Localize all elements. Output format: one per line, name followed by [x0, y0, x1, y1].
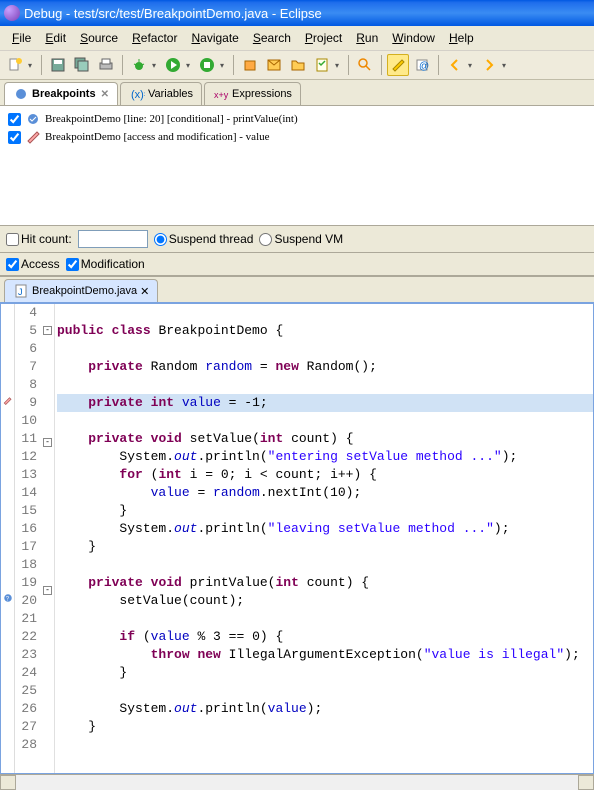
open-type-button[interactable]: [263, 54, 285, 76]
suspend-vm-radio[interactable]: [259, 233, 272, 246]
horizontal-scrollbar[interactable]: [0, 774, 594, 790]
code-line[interactable]: [57, 340, 593, 358]
code-line[interactable]: private void printValue(int count) {: [57, 574, 593, 592]
code-line[interactable]: [57, 610, 593, 628]
code-line[interactable]: if (value % 3 == 0) {: [57, 628, 593, 646]
hit-count-checkbox[interactable]: [6, 233, 19, 246]
svg-text:?: ?: [5, 595, 9, 602]
main-toolbar: ▾ ▾ ▾ ▾ ▾ @ ▾ ▾: [0, 51, 594, 80]
code-line[interactable]: public class BreakpointDemo {: [57, 322, 593, 340]
code-line[interactable]: System.out.println(value);: [57, 700, 593, 718]
eclipse-icon: [4, 5, 20, 21]
menu-source[interactable]: Source: [74, 29, 124, 47]
hit-count-input[interactable]: [78, 230, 148, 248]
run-last-button[interactable]: [196, 54, 218, 76]
menu-project[interactable]: Project: [299, 29, 348, 47]
close-icon[interactable]: ✕: [140, 285, 149, 298]
code-line[interactable]: setValue(count);: [57, 592, 593, 610]
window-titlebar: Debug - test/src/test/BreakpointDemo.jav…: [0, 0, 594, 26]
breakpoint-row[interactable]: BreakpointDemo [access and modification]…: [4, 128, 590, 146]
breakpoints-panel: BreakpointDemo [line: 20] [conditional] …: [0, 106, 594, 226]
watch-bp-icon: [25, 129, 41, 145]
code-line[interactable]: [57, 376, 593, 394]
bp-checkbox[interactable]: [8, 131, 21, 144]
save-button[interactable]: [47, 54, 69, 76]
breakpoint-options-row1: Hit count: Suspend thread Suspend VM: [0, 226, 594, 253]
menu-help[interactable]: Help: [443, 29, 480, 47]
task-button[interactable]: [311, 54, 333, 76]
code-line[interactable]: [57, 304, 593, 322]
menu-run[interactable]: Run: [350, 29, 384, 47]
suspend-thread-label: Suspend thread: [169, 232, 254, 246]
save-all-button[interactable]: [71, 54, 93, 76]
new-dropdown[interactable]: ▾: [28, 61, 36, 70]
menu-search[interactable]: Search: [247, 29, 297, 47]
back-button[interactable]: [444, 54, 466, 76]
fold-toggle[interactable]: -: [43, 326, 52, 335]
menu-edit[interactable]: Edit: [39, 29, 72, 47]
editor-tabs: J BreakpointDemo.java ✕: [0, 277, 594, 304]
code-line[interactable]: [57, 736, 593, 754]
bp-text: BreakpointDemo [access and modification]…: [45, 131, 270, 143]
code-line[interactable]: [57, 682, 593, 700]
toggle-mark-button[interactable]: [387, 54, 409, 76]
menu-file[interactable]: File: [6, 29, 37, 47]
editor-tab[interactable]: J BreakpointDemo.java ✕: [4, 279, 158, 302]
search-button[interactable]: [354, 54, 376, 76]
new-button[interactable]: [4, 54, 26, 76]
code-line[interactable]: private Random random = new Random();: [57, 358, 593, 376]
annotation-button[interactable]: @: [411, 54, 433, 76]
code-line[interactable]: private int value = -1;: [57, 394, 593, 412]
new-package-button[interactable]: [239, 54, 261, 76]
code-line[interactable]: throw new IllegalArgumentException("valu…: [57, 646, 593, 664]
code-editor[interactable]: ? 45678910111213141516171819202122232425…: [0, 304, 594, 774]
code-line[interactable]: [57, 556, 593, 574]
java-file-icon: J: [13, 283, 29, 299]
tab-variables[interactable]: (x)=Variables: [120, 82, 202, 105]
svg-text:@: @: [419, 61, 429, 72]
svg-text:x+y: x+y: [214, 90, 229, 100]
menu-navigate[interactable]: Navigate: [185, 29, 244, 47]
code-line[interactable]: private void setValue(int count) {: [57, 430, 593, 448]
modification-checkbox[interactable]: [66, 258, 79, 271]
views-tabs: Breakpoints✕(x)=Variablesx+yExpressions: [0, 80, 594, 106]
code-line[interactable]: for (int i = 0; i < count; i++) {: [57, 466, 593, 484]
svg-text:J: J: [18, 287, 23, 297]
menu-window[interactable]: Window: [386, 29, 441, 47]
print-button[interactable]: [95, 54, 117, 76]
code-line[interactable]: System.out.println("leaving setValue met…: [57, 520, 593, 538]
editor-tab-label: BreakpointDemo.java: [32, 285, 137, 297]
debug-button[interactable]: [128, 54, 150, 76]
code-line[interactable]: value = random.nextInt(10);: [57, 484, 593, 502]
svg-text:(x)=: (x)=: [131, 89, 145, 101]
folder-button[interactable]: [287, 54, 309, 76]
fold-toggle[interactable]: -: [43, 438, 52, 447]
code-line[interactable]: [57, 412, 593, 430]
access-checkbox[interactable]: [6, 258, 19, 271]
hit-count-label: Hit count:: [21, 232, 72, 246]
window-title: Debug - test/src/test/BreakpointDemo.jav…: [24, 6, 590, 21]
access-label: Access: [21, 257, 60, 271]
fold-toggle[interactable]: -: [43, 586, 52, 595]
menu-refactor[interactable]: Refactor: [126, 29, 183, 47]
suspend-vm-label: Suspend VM: [274, 232, 343, 246]
breakpoint-options-row2: Access Modification: [0, 253, 594, 276]
breakpoint-row[interactable]: BreakpointDemo [line: 20] [conditional] …: [4, 110, 590, 128]
bp-checkbox[interactable]: [8, 113, 21, 126]
suspend-thread-radio[interactable]: [154, 233, 167, 246]
code-line[interactable]: }: [57, 538, 593, 556]
tab-breakpoints[interactable]: Breakpoints✕: [4, 82, 118, 105]
code-line[interactable]: }: [57, 664, 593, 682]
bp-text: BreakpointDemo [line: 20] [conditional] …: [45, 113, 298, 125]
menubar: FileEditSourceRefactorNavigateSearchProj…: [0, 26, 594, 51]
code-line[interactable]: }: [57, 502, 593, 520]
code-line[interactable]: }: [57, 718, 593, 736]
forward-button[interactable]: [478, 54, 500, 76]
code-line[interactable]: System.out.println("entering setValue me…: [57, 448, 593, 466]
run-button[interactable]: [162, 54, 184, 76]
line-bp-icon: [25, 111, 41, 127]
tab-expressions[interactable]: x+yExpressions: [204, 82, 301, 105]
modification-label: Modification: [81, 257, 145, 271]
